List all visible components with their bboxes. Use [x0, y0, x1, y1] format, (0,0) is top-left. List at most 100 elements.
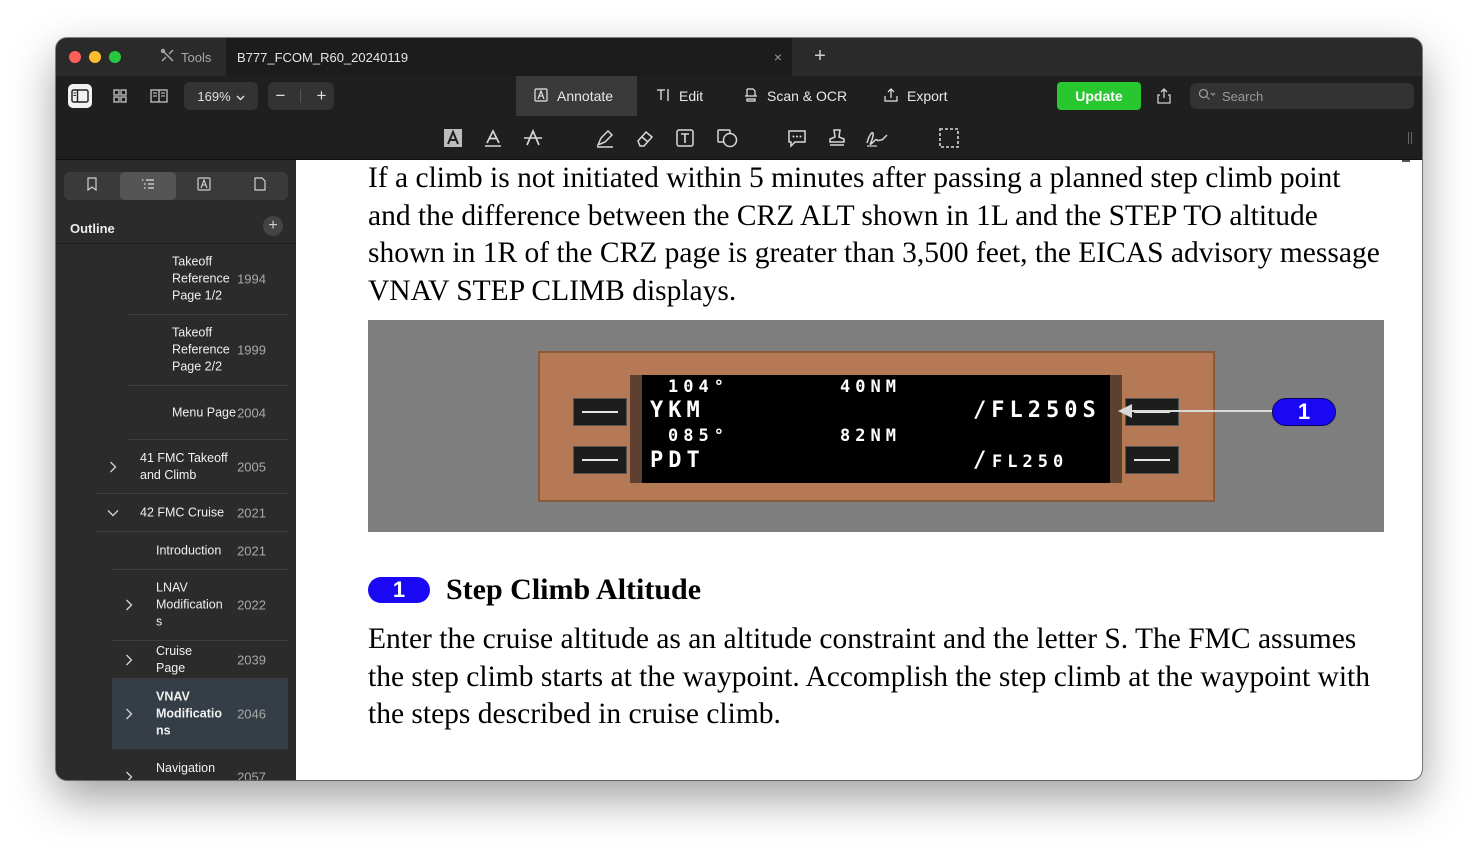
chevron-down-icon[interactable]	[106, 506, 120, 520]
outline-header: Outline +	[56, 212, 296, 244]
note-icon[interactable]	[785, 126, 809, 150]
section-heading: 1 Step Climb Altitude	[368, 570, 701, 610]
zoom-select[interactable]: 169%	[184, 82, 258, 110]
annotate-mode-button[interactable]: Annotate	[516, 76, 637, 116]
bookmark-icon	[86, 176, 98, 196]
outline-item[interactable]: VNAV Modificatio ns 2046	[112, 679, 288, 750]
tools-tab[interactable]: Tools	[160, 38, 211, 76]
underline-icon[interactable]	[481, 126, 505, 150]
minimize-window-button[interactable]	[89, 51, 101, 63]
zoom-out-button[interactable]: −	[276, 86, 286, 106]
annotate-icon	[534, 87, 548, 105]
callout-badge: 1	[1272, 398, 1336, 426]
cdu-line-1-left: 104°	[668, 377, 729, 397]
outline-item-label: 42 FMC Cruise	[140, 505, 225, 519]
cdu-figure: 104° 40NM YKM /FL250S 085° 82NM PDT / FL…	[368, 320, 1384, 532]
sidebar-tabs	[64, 172, 288, 200]
outline-item[interactable]: 41 FMC Takeoff and Climb 2005	[96, 440, 288, 494]
eraser-icon[interactable]	[633, 126, 657, 150]
reader-icon[interactable]	[147, 84, 171, 108]
stamp-icon[interactable]	[825, 126, 849, 150]
outline-item-label: Menu Page	[172, 405, 236, 419]
cdu-line-4-right-slash: /	[973, 448, 992, 473]
title-bar: Tools B777_FCOM_R60_20240119 × +	[56, 38, 1422, 76]
close-tab-icon[interactable]: ×	[774, 49, 782, 65]
document-tab[interactable]: B777_FCOM_R60_20240119 ×	[226, 38, 792, 76]
cdu-line-4-right: FL250	[992, 452, 1069, 472]
thumbnails-icon[interactable]	[108, 84, 132, 108]
callout-line	[1130, 410, 1273, 412]
outline-item-page: 2005	[237, 459, 266, 474]
outline-item[interactable]: Cruise Page 2039	[112, 641, 288, 679]
pages-tab[interactable]	[232, 172, 288, 200]
shapes-icon[interactable]	[715, 126, 739, 150]
highlight-text-icon[interactable]	[441, 126, 465, 150]
bookmarks-tab[interactable]	[64, 172, 120, 200]
sidebar-toggle-icon[interactable]	[68, 84, 92, 108]
strikethrough-icon[interactable]	[521, 126, 545, 150]
export-icon	[884, 87, 898, 105]
outline-item[interactable]: 42 FMC Cruise 2021	[96, 494, 288, 532]
cdu-line-1-center: 40NM	[840, 377, 901, 397]
zoom-value: 169%	[197, 88, 231, 104]
scan-ocr-mode-label: Scan & OCR	[767, 88, 848, 104]
sidebar: Outline + Takeoff Reference Page 1/2 1994…	[56, 160, 296, 780]
line-select-key-2r	[1125, 446, 1179, 474]
annotation-list-icon	[197, 176, 211, 196]
document-view[interactable]: If a climb is not initiated within 5 min…	[296, 160, 1422, 780]
close-window-button[interactable]	[69, 51, 81, 63]
export-mode-button[interactable]: Export	[884, 76, 947, 116]
outline-item-label: Takeoff Reference Page 1/2	[172, 254, 230, 303]
pen-icon[interactable]	[593, 126, 617, 150]
annotations-tab[interactable]	[176, 172, 232, 200]
scroll-indicator[interactable]	[1402, 160, 1410, 162]
zoom-in-button[interactable]: +	[317, 86, 327, 106]
annotate-mode-label: Annotate	[557, 88, 614, 104]
outline-item-label: Introduction	[156, 543, 222, 557]
outline-item[interactable]: Menu Page 2004	[128, 386, 288, 440]
chevron-right-icon[interactable]	[122, 598, 136, 612]
edit-mode-button[interactable]: Edit	[656, 76, 703, 116]
chevron-right-icon[interactable]	[122, 770, 136, 780]
toolbar-grip[interactable]	[1408, 132, 1412, 144]
outline-item[interactable]: Navigation Data 2057	[112, 750, 288, 780]
cdu-line-2-right: /FL250S	[973, 398, 1101, 423]
outline-icon	[141, 177, 155, 195]
zoom-window-button[interactable]	[109, 51, 121, 63]
cdu-line-2-left: YKM	[650, 398, 705, 423]
paragraph: If a climb is not initiated within 5 min…	[368, 162, 1380, 308]
main-toolbar: 169% − + Annotate Edit Scan & OCR Export…	[56, 76, 1422, 116]
outline-item-page: 2046	[237, 706, 266, 722]
chevron-down-icon	[236, 89, 245, 104]
outline-item[interactable]: Takeoff Reference Page 1/2 1994	[128, 244, 288, 315]
outline-item-page: 2022	[237, 597, 266, 613]
outline-item-page: 2039	[237, 652, 266, 667]
heading-badge: 1	[368, 577, 430, 603]
document-tab-title: B777_FCOM_R60_20240119	[237, 49, 409, 65]
outline-item-page: 2021	[237, 505, 266, 520]
outline-item-label: Navigation Data	[156, 760, 216, 781]
signature-icon[interactable]	[865, 126, 889, 150]
chevron-right-icon[interactable]	[122, 653, 136, 667]
cdu-line-4-left: PDT	[650, 448, 705, 473]
share-icon[interactable]	[1152, 84, 1176, 108]
scan-icon	[744, 87, 758, 105]
chevron-right-icon[interactable]	[122, 707, 136, 721]
outline-item[interactable]: Introduction 2021	[112, 532, 288, 570]
update-button[interactable]: Update	[1057, 82, 1141, 110]
textbox-icon[interactable]	[673, 126, 697, 150]
outline-item[interactable]: Takeoff Reference Page 2/2 1999	[128, 315, 288, 386]
new-tab-button[interactable]: +	[808, 44, 832, 68]
search-placeholder: Search	[1222, 88, 1264, 104]
add-outline-button[interactable]: +	[263, 216, 283, 236]
outline-item[interactable]: LNAV Modification s 2022	[112, 570, 288, 641]
outline-tab[interactable]	[120, 172, 176, 200]
outline-item-page: 1994	[237, 271, 266, 287]
search-input[interactable]: Search	[1190, 83, 1414, 109]
area-select-icon[interactable]	[937, 126, 961, 150]
outline-item-page: 2021	[237, 543, 266, 558]
chevron-right-icon[interactable]	[106, 460, 120, 474]
outline-item-label: LNAV Modification s	[156, 580, 223, 629]
cdu-line-3-center: 82NM	[840, 426, 901, 446]
scan-ocr-mode-button[interactable]: Scan & OCR	[744, 76, 847, 116]
